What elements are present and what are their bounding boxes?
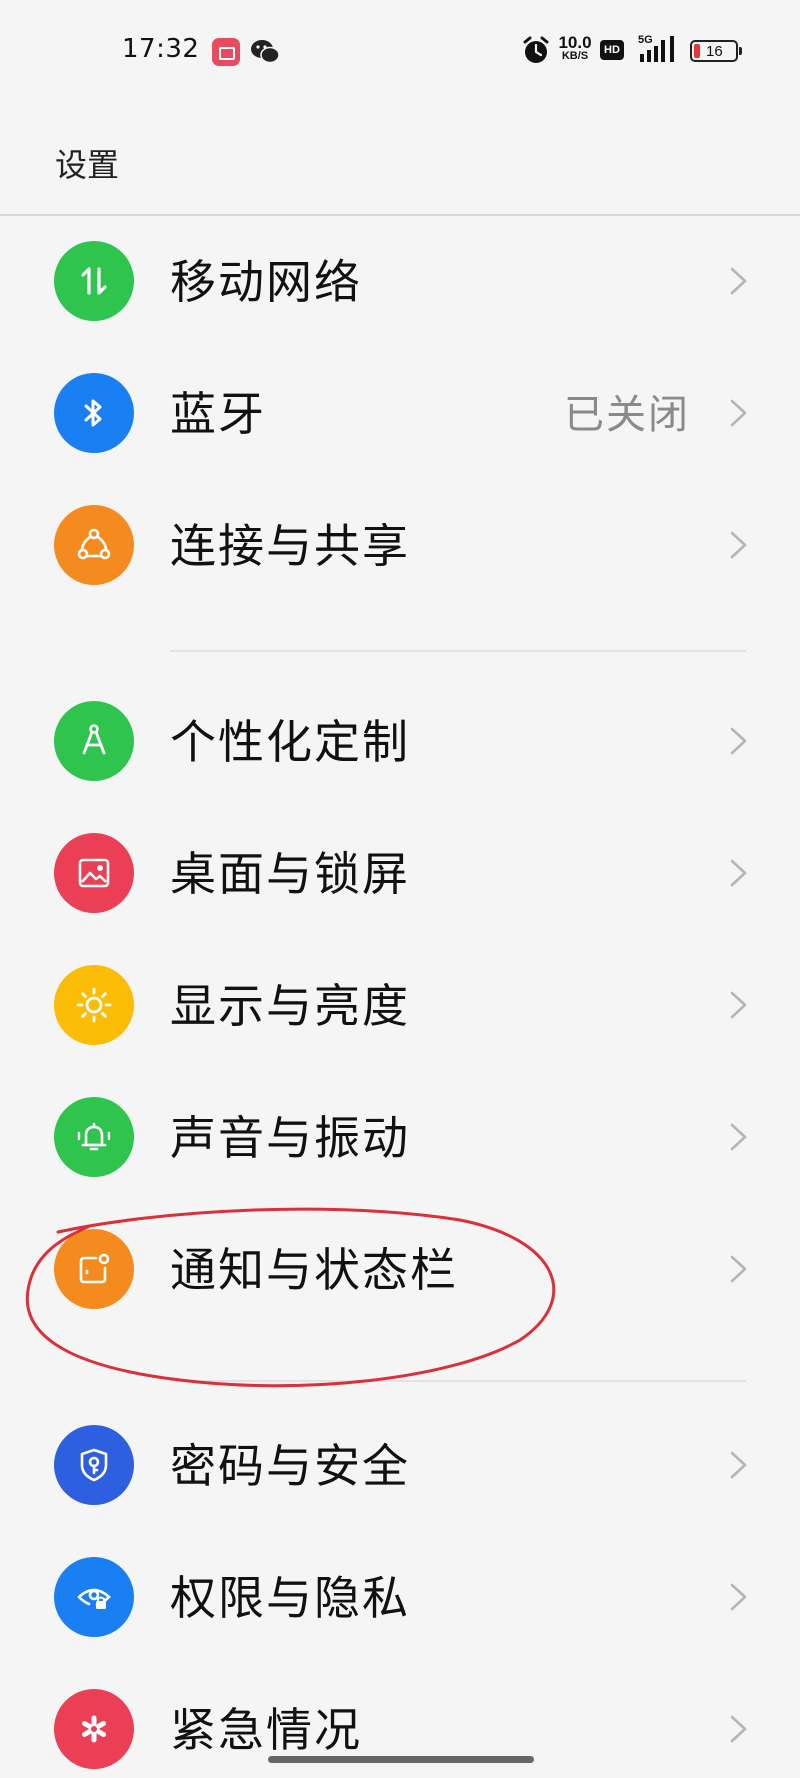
image-icon: [54, 833, 134, 913]
chevron-right-icon: [730, 727, 747, 755]
brightness-icon: [54, 965, 134, 1045]
settings-item-display-brightness[interactable]: 显示与亮度: [0, 940, 800, 1070]
bell-vibrate-icon: [54, 1097, 134, 1177]
settings-item-label: 通知与状态栏: [170, 1243, 458, 1297]
settings-item-label: 权限与隐私: [170, 1571, 410, 1625]
status-time: 17:32: [122, 34, 200, 64]
mobile-data-icon: [54, 241, 134, 321]
chevron-right-icon: [730, 1123, 747, 1151]
notification-icon: [54, 1229, 134, 1309]
settings-item-label: 桌面与锁屏: [170, 847, 410, 901]
settings-item-password-security[interactable]: 密码与安全: [0, 1400, 800, 1530]
bluetooth-status: 已关闭: [564, 392, 690, 438]
settings-item-mobile-network[interactable]: 移动网络: [0, 216, 800, 346]
settings-item-label: 紧急情况: [170, 1703, 362, 1757]
screen-record-icon: [212, 38, 240, 66]
hd-badge: HD: [600, 40, 624, 60]
chevron-right-icon: [730, 267, 747, 295]
battery-icon: 16: [690, 40, 742, 62]
network-speed: 10.0 KB/S: [558, 33, 592, 62]
bluetooth-icon: [54, 373, 134, 453]
group-divider: [170, 650, 746, 652]
settings-item-personalization[interactable]: 个性化定制: [0, 676, 800, 806]
chevron-right-icon: [730, 1255, 747, 1283]
settings-item-connection-sharing[interactable]: 连接与共享: [0, 480, 800, 610]
settings-item-wallpaper-lockscreen[interactable]: 桌面与锁屏: [0, 808, 800, 938]
settings-item-sound-vibration[interactable]: 声音与振动: [0, 1072, 800, 1202]
emergency-icon: [54, 1689, 134, 1769]
chevron-right-icon: [730, 859, 747, 887]
signal-icon: 5G: [638, 34, 680, 64]
settings-item-label: 连接与共享: [170, 519, 410, 573]
settings-item-permissions-privacy[interactable]: 权限与隐私: [0, 1532, 800, 1662]
home-indicator[interactable]: [268, 1756, 534, 1763]
chevron-right-icon: [730, 1715, 747, 1743]
group-divider: [170, 1380, 746, 1382]
privacy-eye-icon: [54, 1557, 134, 1637]
settings-item-label: 移动网络: [170, 255, 362, 309]
share-connection-icon: [54, 505, 134, 585]
settings-item-label: 密码与安全: [170, 1439, 410, 1493]
settings-item-bluetooth[interactable]: 蓝牙 已关闭: [0, 348, 800, 478]
shield-key-icon: [54, 1425, 134, 1505]
status-bar: 17:32 10.0 KB/S HD 5G 16: [0, 0, 800, 100]
chevron-right-icon: [730, 991, 747, 1019]
alarm-icon: [523, 36, 549, 63]
page-title: 设置: [55, 146, 120, 184]
settings-item-notification-statusbar[interactable]: 通知与状态栏: [0, 1204, 800, 1334]
compass-icon: [54, 701, 134, 781]
wechat-icon: [251, 40, 280, 64]
settings-item-label: 蓝牙: [170, 387, 266, 441]
chevron-right-icon: [730, 531, 747, 559]
settings-item-label: 声音与振动: [170, 1111, 410, 1165]
chevron-right-icon: [730, 1451, 747, 1479]
chevron-right-icon: [730, 399, 747, 427]
settings-item-label: 个性化定制: [170, 715, 410, 769]
settings-item-label: 显示与亮度: [170, 979, 410, 1033]
chevron-right-icon: [730, 1583, 747, 1611]
